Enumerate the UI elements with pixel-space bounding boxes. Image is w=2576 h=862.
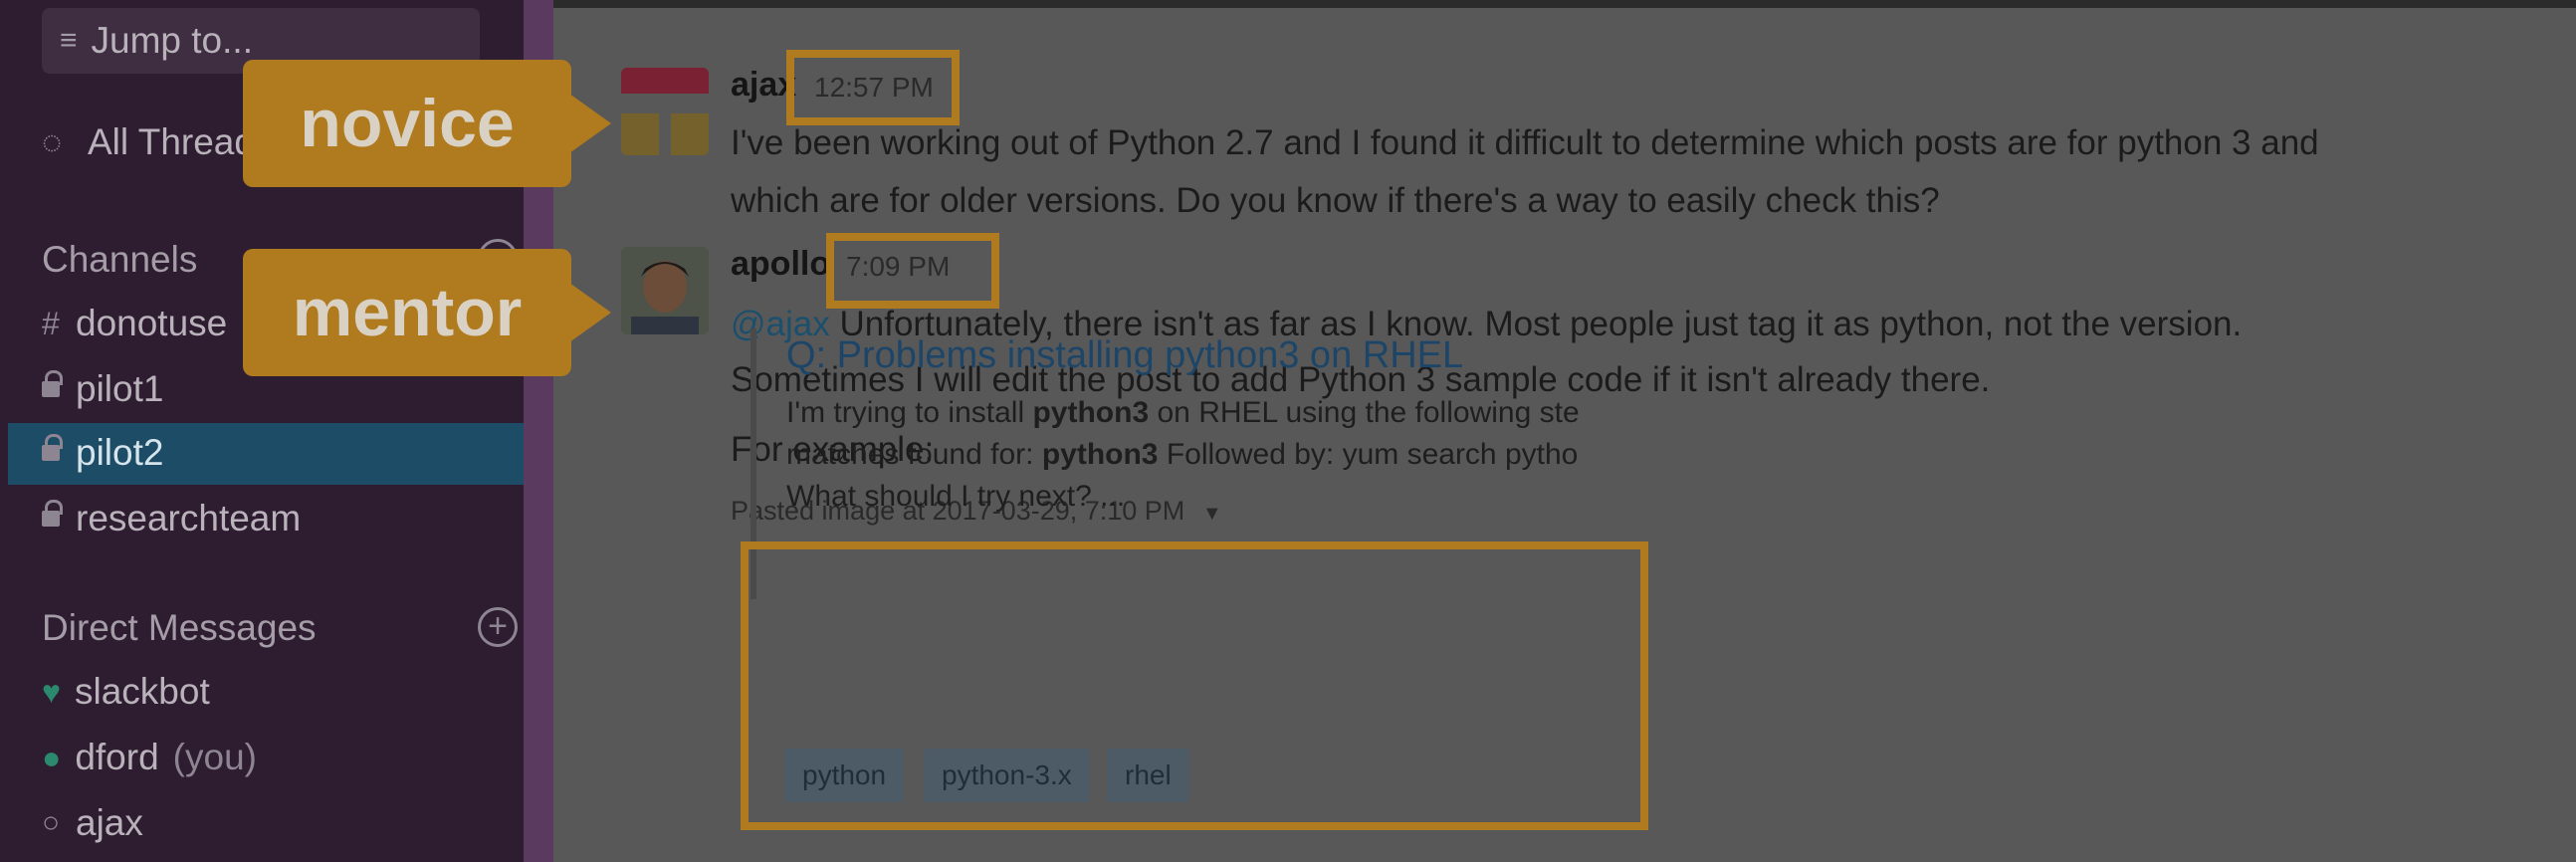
sidebar-item-all-threads[interactable]: ◌ All Threads (42, 121, 273, 163)
sidebar-item-dford[interactable]: ● dford (you) (42, 737, 257, 778)
channel-label: researchteam (76, 498, 302, 539)
avatar[interactable] (621, 68, 709, 155)
mentor-callout: mentor (243, 249, 611, 376)
snippet-line: matches found for: python3 Followed by: … (786, 438, 1579, 471)
presence-icon: ○ (42, 806, 61, 839)
avatar[interactable] (621, 247, 709, 334)
lock-icon (42, 500, 63, 529)
message-text-line: which are for older versions. Do you kno… (731, 181, 1940, 220)
lock-icon (42, 370, 63, 399)
message-text-line: I've been working out of Python 2.7 and … (731, 123, 2319, 162)
sidebar-item-slackbot[interactable]: ♥ slackbot (42, 671, 210, 713)
lock-icon (42, 434, 63, 463)
timestamp-highlight (826, 233, 999, 309)
jump-to-label: Jump to... (91, 20, 253, 61)
threads-icon: ◌ (42, 122, 63, 161)
sidebar-item-researchteam[interactable]: researchteam (42, 498, 301, 539)
add-dm-icon[interactable]: + (478, 607, 518, 647)
heart-icon: ♥ (42, 673, 61, 710)
preview-title[interactable]: Q: Problems installing python3 on RHEL (786, 334, 1463, 377)
channels-header[interactable]: Channels (42, 239, 197, 281)
search-icon: ≡ (60, 24, 78, 57)
sidebar-item-donotuse[interactable]: # donotuse (42, 303, 227, 344)
timestamp-highlight (786, 50, 960, 125)
sidebar-item-pilot1[interactable]: pilot1 (42, 368, 163, 410)
channel-label: pilot1 (76, 368, 164, 409)
attachment-highlight (741, 541, 1648, 830)
snippet-line: I'm trying to install python3 on RHEL us… (786, 396, 1580, 429)
dm-label: slackbot (75, 671, 210, 712)
preview-snippet: I'm trying to install python3 on RHEL us… (786, 392, 1580, 518)
sidebar-item-pilot2[interactable]: pilot2 (42, 432, 163, 474)
novice-callout: novice (243, 60, 611, 187)
message-author[interactable]: apollo (731, 245, 830, 284)
presence-icon: ● (42, 739, 62, 775)
hash-icon: # (42, 305, 60, 341)
sidebar-item-ajax[interactable]: ○ ajax (42, 802, 143, 844)
you-suffix: (you) (172, 737, 257, 777)
dm-label: dford (75, 737, 159, 777)
channel-label: pilot2 (76, 432, 164, 473)
direct-messages-header[interactable]: Direct Messages (42, 607, 317, 649)
snippet-line: What should I try next? ... (786, 480, 1126, 513)
dm-label: ajax (76, 802, 143, 843)
channel-label: donotuse (76, 303, 228, 343)
